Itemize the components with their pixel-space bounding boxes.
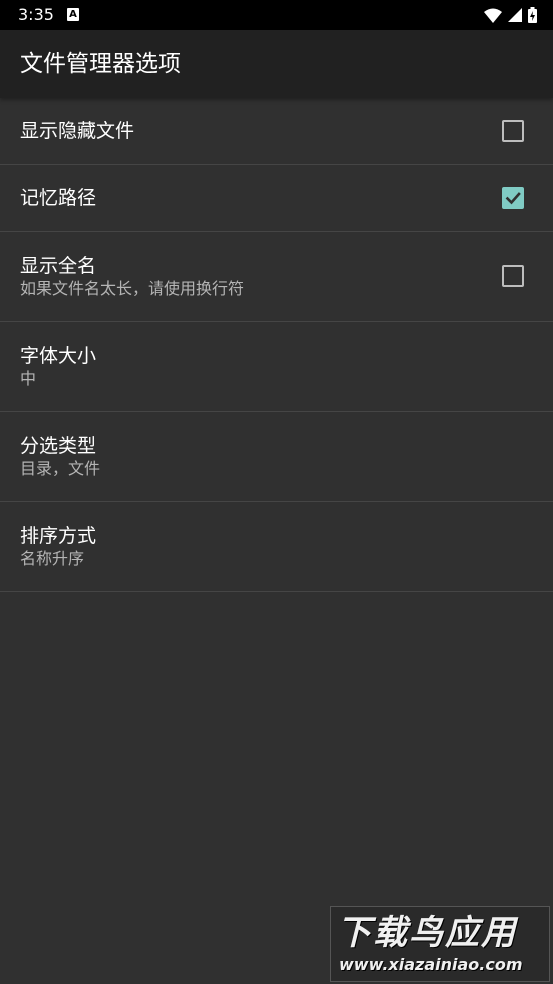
pref-font-size[interactable]: 字体大小 中	[0, 322, 553, 412]
pref-summary: 中	[20, 369, 37, 388]
page-title: 文件管理器选项	[20, 51, 181, 77]
pref-summary: 如果文件名太长，请使用换行符	[20, 279, 245, 298]
pref-title: 排序方式	[20, 525, 97, 547]
status-time: 3:35	[18, 5, 54, 24]
pref-show-full-name[interactable]: 显示全名 如果文件名太长，请使用换行符	[0, 232, 553, 322]
watermark-brand: 下载鸟应用	[337, 913, 517, 953]
pref-summary: 目录，文件	[20, 459, 101, 478]
pref-sort-type[interactable]: 分选类型 目录，文件	[0, 412, 553, 502]
pref-title: 字体大小	[20, 345, 97, 367]
watermark: 下载鸟应用 www.xiazainiao.com	[330, 906, 550, 982]
signal-icon	[508, 8, 522, 22]
app-toolbar: 文件管理器选项	[0, 30, 553, 98]
status-icons	[484, 6, 537, 24]
checkmark-icon	[505, 192, 521, 205]
show-full-name-checkbox[interactable]	[502, 265, 524, 287]
pref-title: 显示全名	[20, 255, 97, 277]
show-hidden-files-checkbox[interactable]	[502, 120, 524, 142]
preferences-list: 显示隐藏文件 记忆路径 显示全名 如果文件名太长，请使用换行符 字体大小 中 分…	[0, 98, 553, 592]
pref-title: 记忆路径	[20, 187, 97, 209]
remember-path-checkbox[interactable]	[502, 187, 524, 209]
pref-summary: 名称升序	[20, 549, 85, 568]
watermark-url: www.xiazainiao.com	[339, 955, 523, 974]
notification-a-icon: A	[67, 8, 79, 21]
pref-title: 分选类型	[20, 435, 97, 457]
status-bar: 3:35 A	[0, 0, 553, 30]
wifi-icon	[484, 8, 502, 23]
pref-title: 显示隐藏文件	[20, 120, 135, 142]
pref-sort-order[interactable]: 排序方式 名称升序	[0, 502, 553, 592]
pref-show-hidden-files[interactable]: 显示隐藏文件	[0, 98, 553, 165]
pref-remember-path[interactable]: 记忆路径	[0, 165, 553, 232]
battery-charging-icon	[528, 7, 537, 23]
